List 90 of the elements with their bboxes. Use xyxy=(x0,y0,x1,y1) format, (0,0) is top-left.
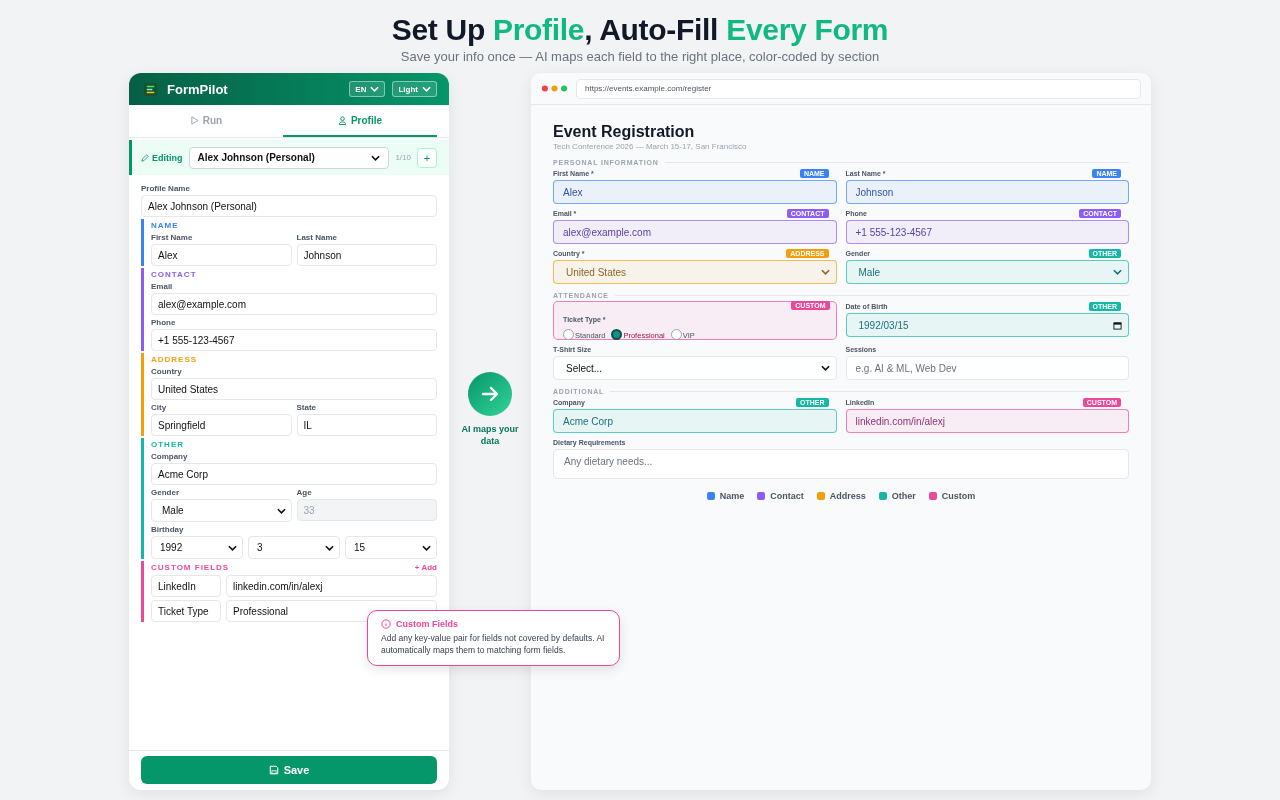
input-field[interactable]: alex@example.com xyxy=(553,220,837,244)
add-profile-button[interactable]: + xyxy=(417,147,437,168)
chevron-down-icon xyxy=(422,86,431,92)
legend-label: Other xyxy=(891,491,916,501)
field-label: Age xyxy=(296,488,313,497)
legend-label: Address xyxy=(829,491,866,501)
pencil-icon xyxy=(141,153,149,162)
field-label: Gender xyxy=(151,488,180,497)
form-subtitle: Tech Conference 2026 — March 15-17, San Francisco xyxy=(553,142,748,151)
input-field[interactable]: e.g. AI & ML, Web Dev xyxy=(845,356,1129,380)
text-area[interactable]: Any dietary needs... xyxy=(553,449,1129,479)
input-field: 33 xyxy=(296,499,437,521)
field-label: Profile Name xyxy=(141,184,191,193)
field-label: Last Name xyxy=(296,233,338,242)
page-subtitle: Save your info once — AI maps each field to the right place, color-coded by section xyxy=(399,49,881,64)
field-label: Company xyxy=(151,452,189,461)
chevron-down-icon xyxy=(422,544,431,551)
input-field[interactable]: Alex xyxy=(151,244,292,266)
chevron-down-icon xyxy=(228,544,237,551)
user-icon xyxy=(337,115,347,125)
form-title: Event Registration xyxy=(553,123,696,141)
tooltip-text: Add any key-value pair for fields not covered by defaults. AI automatically maps them to matching form fields. xyxy=(381,632,606,656)
chevron-down-icon xyxy=(1113,269,1122,275)
section-title: CONTACT xyxy=(151,270,197,279)
input-field[interactable]: +1 555-123-4567 xyxy=(845,220,1129,244)
chevron-down-icon xyxy=(371,154,381,161)
value-field[interactable]: linkedin.com/in/alexj xyxy=(226,575,437,597)
input-field[interactable]: Johnson xyxy=(296,244,437,266)
chevron-down-icon xyxy=(276,507,286,514)
profile-select[interactable]: Alex Johnson (Personal) xyxy=(188,146,390,169)
legend-label: Name xyxy=(719,491,745,501)
chevron-down-icon xyxy=(820,365,830,371)
add-link[interactable]: + Add xyxy=(414,563,437,572)
chevron-down-icon xyxy=(325,544,334,551)
input-field[interactable]: Johnson xyxy=(845,180,1129,204)
arrow-caption: AI maps your data xyxy=(460,422,520,447)
field-label: Birthday xyxy=(151,525,185,534)
input-field[interactable]: Springfield xyxy=(151,414,292,436)
field-label: First Name xyxy=(151,233,194,242)
radio-button[interactable] xyxy=(563,328,574,340)
input-field[interactable]: Acme Corp xyxy=(553,409,837,433)
input-field[interactable]: linkedin.com/in/alexj xyxy=(845,409,1129,433)
editing-label: Editing xyxy=(141,152,183,163)
input-field[interactable]: United States xyxy=(151,378,437,400)
save-icon xyxy=(268,765,279,775)
section-title: OTHER xyxy=(151,440,184,449)
logo-icon xyxy=(144,82,157,96)
select-field[interactable]: Male xyxy=(151,499,292,522)
calendar-icon xyxy=(1113,320,1122,330)
input-field[interactable]: Alex Johnson (Personal) xyxy=(141,195,437,217)
section-title: ADDRESS xyxy=(151,355,198,364)
section-title: CUSTOM FIELDS xyxy=(151,563,230,572)
chevron-down-icon xyxy=(820,269,830,275)
field-label: Country xyxy=(151,367,183,376)
select-field[interactable]: Select... xyxy=(553,356,837,380)
radio-button[interactable] xyxy=(670,328,682,340)
select-field[interactable]: United States xyxy=(553,260,837,284)
tooltip-title: Custom Fields xyxy=(396,619,458,629)
address-bar[interactable]: https://events.example.com/register xyxy=(576,78,1141,99)
window-controls-icon xyxy=(541,85,568,92)
select-field[interactable]: Male xyxy=(845,260,1129,284)
arrow-right-icon xyxy=(468,371,512,416)
field-label: State xyxy=(296,403,318,412)
info-icon xyxy=(381,619,391,629)
key-field[interactable]: Ticket Type xyxy=(151,600,221,622)
app-name: FormPilot xyxy=(167,81,228,97)
page-title: Set Up Profile, Auto-Fill Every Form xyxy=(390,12,890,48)
select-field[interactable]: 15 xyxy=(345,536,437,559)
play-icon xyxy=(189,115,199,125)
field-label: Email xyxy=(151,282,174,291)
input-field[interactable]: Alex xyxy=(553,180,837,204)
select-field[interactable]: 1992 xyxy=(151,536,243,559)
legend-label: Custom xyxy=(941,491,976,501)
radio-button[interactable] xyxy=(611,328,623,340)
input-field[interactable]: Acme Corp xyxy=(151,463,437,485)
key-field[interactable]: LinkedIn xyxy=(151,575,221,597)
profile-count: 1/10 xyxy=(395,153,411,162)
tab[interactable]: Profile xyxy=(283,105,437,137)
input-field[interactable]: alex@example.com xyxy=(151,293,437,315)
field-label: Phone xyxy=(151,318,177,327)
save-button[interactable]: Save xyxy=(141,756,437,784)
language-select[interactable]: EN xyxy=(349,81,386,97)
legend-label: Contact xyxy=(770,491,804,501)
input-field[interactable]: +1 555-123-4567 xyxy=(151,329,437,351)
chevron-down-icon xyxy=(370,86,380,92)
input-field[interactable]: IL xyxy=(296,414,437,436)
date-field[interactable]: 1992/03/15 xyxy=(845,313,1129,337)
section-title: NAME xyxy=(151,221,179,230)
select-field[interactable]: 3 xyxy=(248,536,340,559)
field-label: City xyxy=(151,403,168,412)
